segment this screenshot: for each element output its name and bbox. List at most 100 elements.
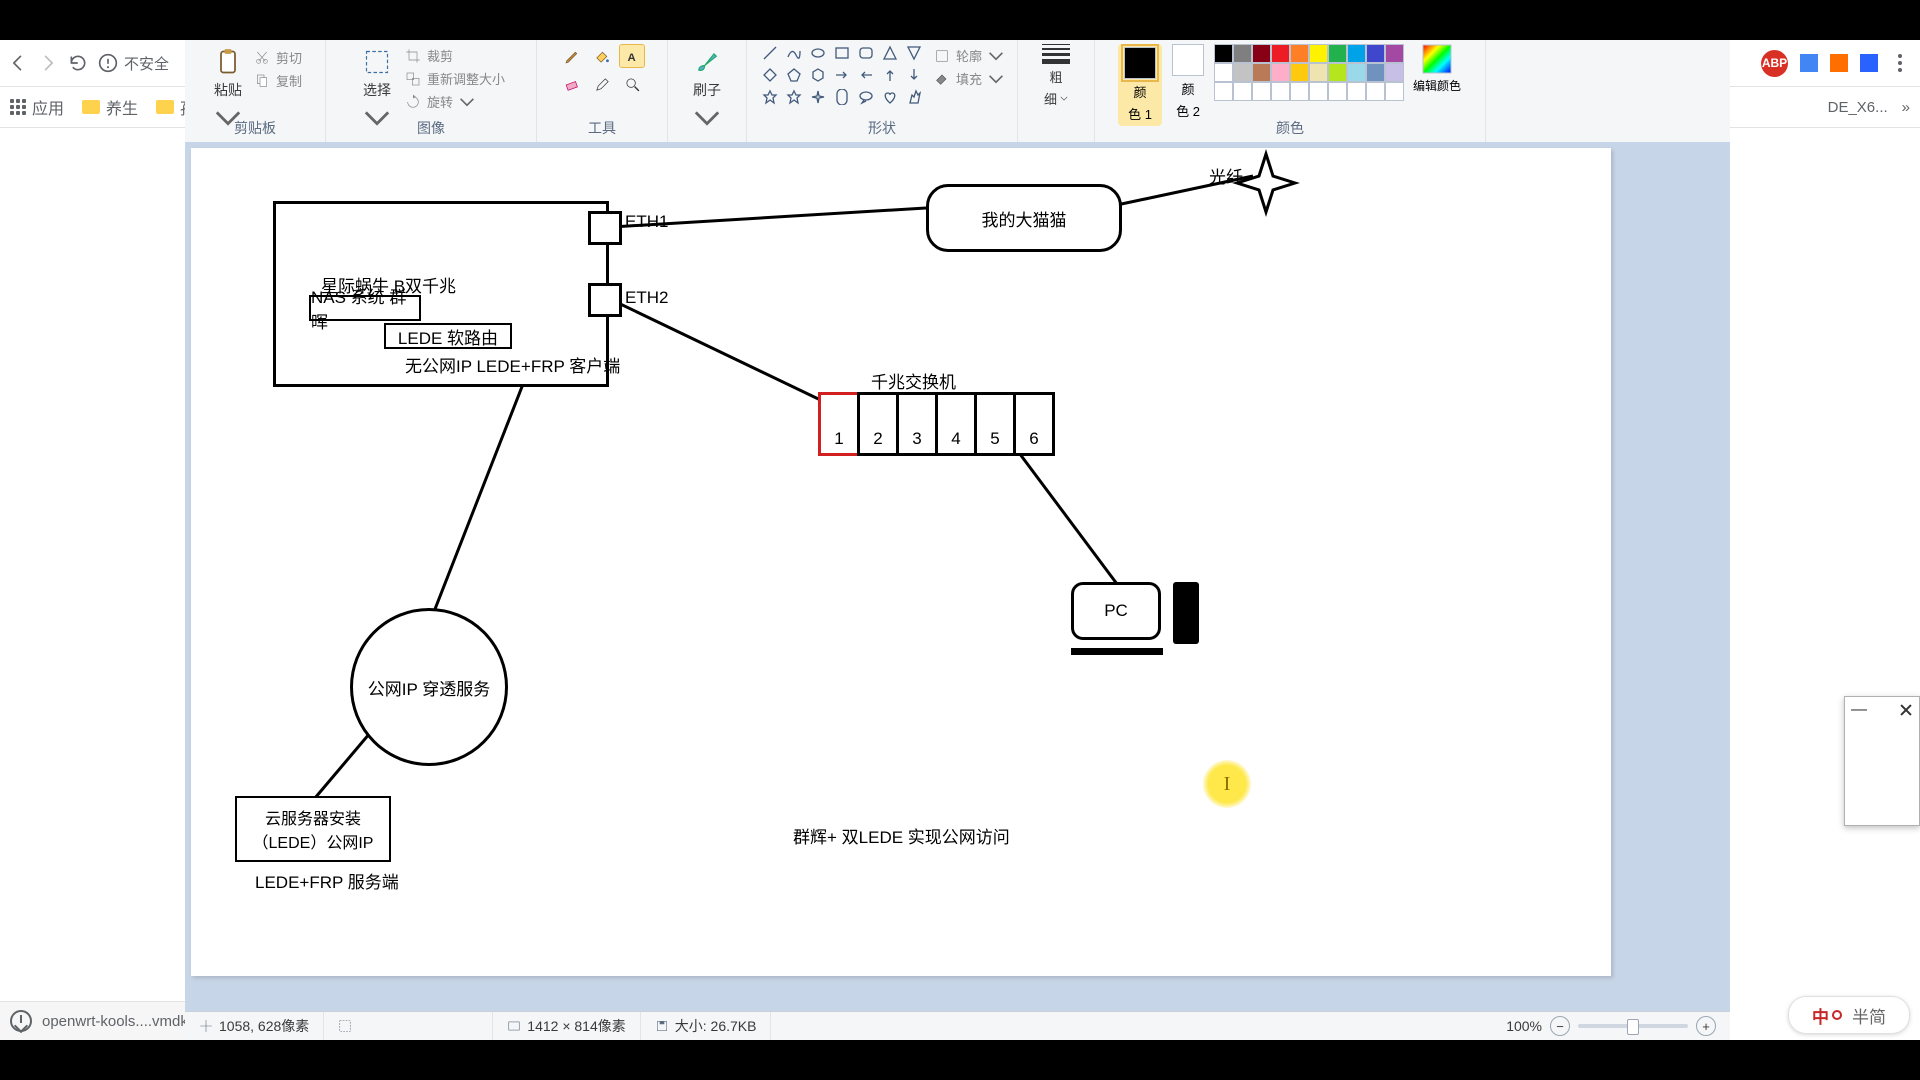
fiber-label: 光纤 [1209,163,1243,188]
fill-tool[interactable] [589,44,615,68]
bookmark-overflow[interactable]: » [1902,99,1910,116]
palette-swatch[interactable] [1233,82,1252,101]
palette-swatch[interactable] [1214,44,1233,63]
palette-swatch[interactable] [1233,44,1252,63]
palette-swatch[interactable] [1290,82,1309,101]
crop-button[interactable]: 裁剪 [405,46,505,65]
color1-button[interactable]: 颜 色 1 [1118,44,1162,126]
palette-swatch[interactable] [1347,63,1366,82]
eraser-tool[interactable] [559,72,585,96]
thickness-button[interactable]: 粗 细 [1038,44,1074,108]
palette-swatch[interactable] [1328,63,1347,82]
rotate-button[interactable]: 旋转 [405,92,505,111]
edit-colors-button[interactable]: 编辑颜色 [1412,44,1462,94]
palette-swatch[interactable] [1309,63,1328,82]
palette-swatch[interactable] [1214,82,1233,101]
palette-swatch[interactable] [1328,82,1347,101]
minimize-icon[interactable]: — [1851,701,1867,719]
zoom-slider[interactable] [1578,1024,1688,1028]
bookmarks-bar-left: 应用 养生 孩子 [0,87,185,128]
palette-swatch[interactable] [1347,44,1366,63]
brush-label: 刷子 [693,80,721,100]
floating-mini-window[interactable]: — [1844,696,1920,826]
palette-swatch[interactable] [1385,44,1404,63]
bookmark-folder-1-label: 养生 [106,95,138,119]
switch-port-2: 2 [857,392,899,456]
switch-port-4: 4 [935,392,977,456]
zoom-thumb[interactable] [1627,1019,1639,1035]
palette-swatch[interactable] [1252,63,1271,82]
palette-swatch[interactable] [1252,82,1271,101]
eth1-label: ETH1 [625,212,668,232]
eth1-jack [588,211,622,245]
group-title-shapes: 形状 [747,118,1017,138]
palette-swatch[interactable] [1290,63,1309,82]
brush-button[interactable]: 刷子 [687,44,727,136]
resize-button[interactable]: 重新调整大小 [405,69,505,88]
status-canvas-dims: 1412 × 814像素 [493,1012,640,1040]
shape-outline-button[interactable]: 轮廓 [934,46,1004,65]
menu-icon[interactable] [1898,61,1902,65]
palette-swatch[interactable] [1214,63,1233,82]
switch-port-6: 6 [1013,392,1055,456]
status-selection [324,1012,493,1040]
forward-icon[interactable] [38,53,58,73]
palette-swatch[interactable] [1366,63,1385,82]
palette-swatch[interactable] [1366,44,1385,63]
palette-swatch[interactable] [1271,63,1290,82]
palette-swatch[interactable] [1252,44,1271,63]
ime-mode: 中 [1812,1003,1842,1028]
folder-icon [156,100,174,114]
palette-swatch[interactable] [1309,44,1328,63]
palette-swatch[interactable] [1366,82,1385,101]
fill-icon [934,71,950,87]
palette-swatch[interactable] [1385,63,1404,82]
download-icon [10,1010,32,1032]
palette-swatch[interactable] [1385,82,1404,101]
copy-button[interactable]: 复制 [254,71,302,90]
color-palette[interactable] [1214,44,1402,99]
palette-swatch[interactable] [1309,82,1328,101]
extension-icon[interactable] [1860,54,1878,72]
magnifier-tool[interactable] [619,72,645,96]
mini-window-titlebar[interactable]: — [1845,697,1919,723]
shape-gallery[interactable] [760,44,924,106]
close-icon[interactable] [1899,703,1913,717]
back-icon[interactable] [8,53,28,73]
canvas-scroll-area[interactable]: ETH1 ETH2 星际蜗牛 B双千兆 NAS 系统 群晖 LEDE 软路由 无… [185,142,1730,1012]
picker-tool[interactable] [589,72,615,96]
svg-text:A: A [627,51,635,63]
eth2-jack [588,283,622,317]
zoom-in-button[interactable]: + [1696,1016,1716,1036]
palette-swatch[interactable] [1290,44,1309,63]
modem-box: 我的大猫猫 [926,184,1122,252]
zoom-out-button[interactable]: − [1550,1016,1570,1036]
pencil-tool[interactable] [559,44,585,68]
bookmark-folder-2[interactable]: 孩子 [156,95,185,119]
ime-engine: 半简 [1852,1003,1886,1028]
shape-fill-button[interactable]: 填充 [934,69,1004,88]
ime-indicator[interactable]: 中 半简 [1788,996,1910,1034]
url-security[interactable]: 不安全 [98,53,169,74]
apps-button[interactable]: 应用 [10,95,64,119]
text-tool[interactable]: A [619,44,645,68]
paste-icon [214,48,242,76]
download-bar[interactable]: openwrt-kools....vmdk [0,1001,205,1040]
adblock-icon[interactable]: ABP [1761,50,1788,77]
palette-swatch[interactable] [1271,44,1290,63]
cut-button[interactable]: 剪切 [254,48,302,67]
extension-icon[interactable] [1830,54,1848,72]
palette-swatch[interactable] [1347,82,1366,101]
palette-swatch[interactable] [1233,63,1252,82]
bookmark-folder-1[interactable]: 养生 [82,95,138,119]
color2-button[interactable]: 颜 色 2 [1172,44,1204,120]
reload-icon[interactable] [68,53,88,73]
palette-swatch[interactable] [1328,44,1347,63]
switch-port-5: 5 [974,392,1016,456]
bookmark-item[interactable]: DE_X6... [1828,99,1888,116]
extension-icon[interactable] [1800,54,1818,72]
palette-swatch[interactable] [1271,82,1290,101]
canvas[interactable]: ETH1 ETH2 星际蜗牛 B双千兆 NAS 系统 群晖 LEDE 软路由 无… [191,148,1611,976]
pc-label: PC [1104,601,1128,621]
cut-icon [254,50,270,66]
